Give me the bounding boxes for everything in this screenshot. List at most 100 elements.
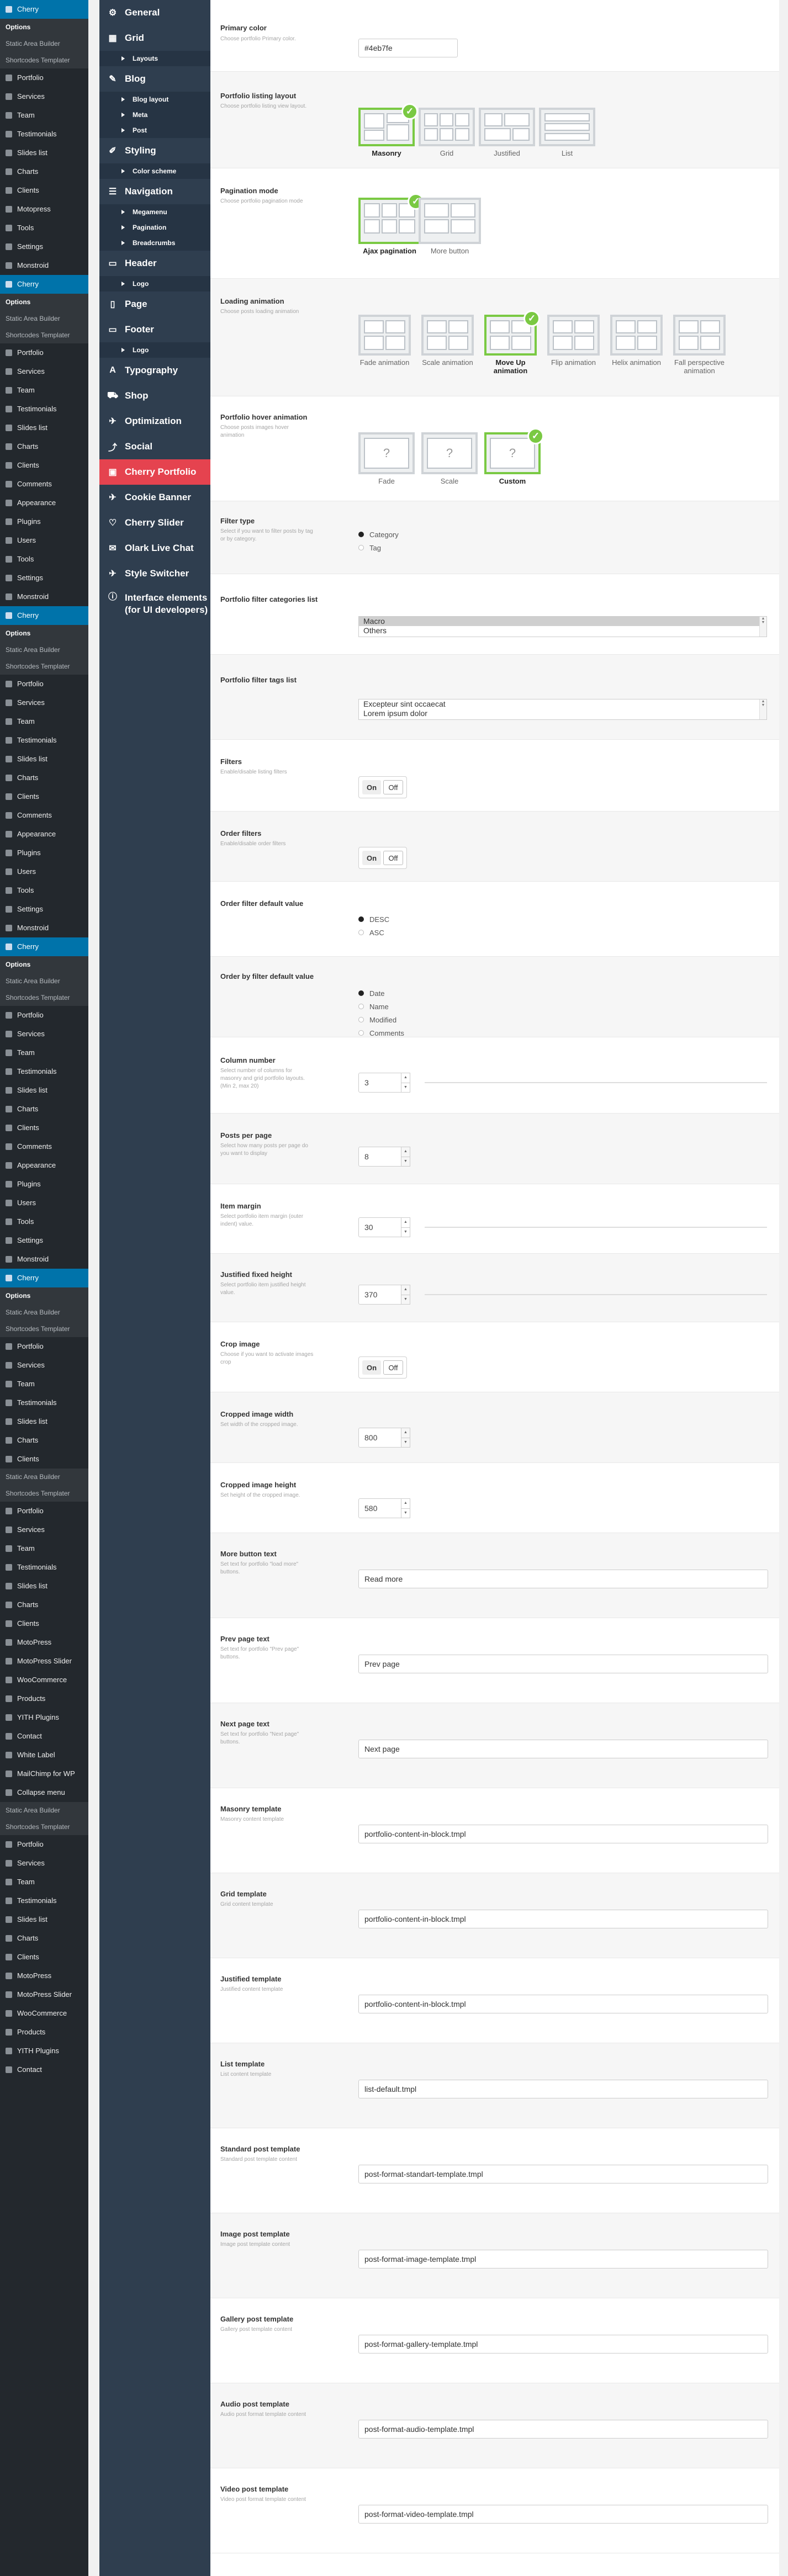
wp-menu-static-area-builder[interactable]: Static Area Builder [0, 35, 88, 52]
wp-menu-cherry[interactable]: Cherry [0, 937, 88, 956]
wp-menu-slides-list[interactable]: Slides list [0, 144, 88, 162]
stepper-arrows[interactable]: ▲ ▼ [401, 1217, 410, 1237]
fall-perspective-animation-option[interactable]: Fall perspective animation [673, 315, 726, 375]
ajax-pagination-thumbnail[interactable]: ✓ [358, 193, 424, 244]
toggle-on[interactable]: On [362, 851, 381, 865]
slider-track[interactable] [425, 1294, 767, 1295]
stepper-arrows[interactable]: ▲ ▼ [401, 1498, 410, 1518]
nav-navigation[interactable]: ☰ Navigation [99, 179, 210, 204]
wp-menu-monstroid[interactable]: Monstroid [0, 587, 88, 606]
fade-animation-thumbnail[interactable] [358, 315, 411, 356]
wp-menu-products[interactable]: Products [0, 1689, 88, 1708]
wp-menu-portfolio[interactable]: Portfolio [0, 343, 88, 362]
nav-olark-live-chat[interactable]: ✉ Olark Live Chat [99, 536, 210, 561]
wp-menu-services[interactable]: Services [0, 1520, 88, 1539]
wp-menu-team[interactable]: Team [0, 381, 88, 400]
wp-menu-yith-plugins[interactable]: YITH Plugins [0, 2042, 88, 2060]
wp-menu-charts[interactable]: Charts [0, 1596, 88, 1614]
wp-menu-contact[interactable]: Contact [0, 2060, 88, 2079]
order-filters-toggle[interactable]: On Off [358, 847, 407, 869]
video-template-input[interactable]: post-format-video-template.tmpl [358, 2505, 768, 2524]
flip-animation-option[interactable]: Flip animation [547, 315, 600, 367]
wp-menu-tools[interactable]: Tools [0, 550, 88, 569]
stepper-value[interactable]: 30 [358, 1217, 401, 1237]
wp-menu-motopress[interactable]: Motopress [0, 200, 88, 219]
wp-menu-monstroid[interactable]: Monstroid [0, 256, 88, 275]
wp-menu-shortcodes-templater[interactable]: Shortcodes Templater [0, 658, 88, 675]
wp-menu-woocommerce[interactable]: WooCommerce [0, 1671, 88, 1689]
wp-menu-testimonials[interactable]: Testimonials [0, 400, 88, 418]
wp-menu-services[interactable]: Services [0, 1356, 88, 1375]
nav-sub-breadcrumbs[interactable]: Breadcrumbs [99, 235, 210, 251]
wp-menu-static-area-builder[interactable]: Static Area Builder [0, 310, 88, 327]
masonry-option[interactable]: ✓ Masonry [358, 103, 418, 157]
list-option[interactable]: List [539, 108, 595, 157]
wp-menu-slides-list[interactable]: Slides list [0, 1577, 88, 1596]
wp-menu-charts[interactable]: Charts [0, 1929, 88, 1948]
wp-menu-mailchimp-for-wp[interactable]: MailChimp for WP [0, 1764, 88, 1783]
list-template-input[interactable]: list-default.tmpl [358, 2080, 768, 2098]
stepper-arrows[interactable]: ▲ ▼ [401, 1147, 410, 1167]
wp-menu-shortcodes-templater[interactable]: Shortcodes Templater [0, 1321, 88, 1337]
wp-menu-options[interactable]: Options [0, 625, 88, 642]
wp-menu-services[interactable]: Services [0, 693, 88, 712]
wp-menu-products[interactable]: Products [0, 2023, 88, 2042]
wp-menu-charts[interactable]: Charts [0, 437, 88, 456]
nav-sub-color-scheme[interactable]: Color scheme [99, 163, 210, 179]
scale-thumbnail[interactable]: ? [421, 432, 478, 474]
toggle-on[interactable]: On [362, 1360, 381, 1375]
wp-menu-settings[interactable]: Settings [0, 900, 88, 919]
justified-option[interactable]: Justified [479, 108, 535, 157]
justified-thumbnail[interactable] [479, 108, 535, 146]
wp-menu-users[interactable]: Users [0, 531, 88, 550]
nav-styling[interactable]: ✐ Styling [99, 138, 210, 163]
wp-menu-static-area-builder[interactable]: Static Area Builder [0, 1469, 88, 1485]
wp-menu-settings[interactable]: Settings [0, 1231, 88, 1250]
wp-menu-team[interactable]: Team [0, 1375, 88, 1393]
wp-menu-clients[interactable]: Clients [0, 456, 88, 475]
more-button-input[interactable]: Read more [358, 1570, 768, 1588]
wp-menu-slides-list[interactable]: Slides list [0, 750, 88, 768]
radio-modified[interactable]: Modified [358, 1013, 404, 1026]
wp-menu-portfolio[interactable]: Portfolio [0, 68, 88, 87]
nav-cherry-slider[interactable]: ♡ Cherry Slider [99, 510, 210, 536]
wp-menu-testimonials[interactable]: Testimonials [0, 1393, 88, 1412]
wp-menu-static-area-builder[interactable]: Static Area Builder [0, 1802, 88, 1819]
crop-image-toggle[interactable]: On Off [358, 1356, 407, 1379]
wp-menu-portfolio[interactable]: Portfolio [0, 1502, 88, 1520]
more-button-option[interactable]: More button [419, 198, 481, 255]
wp-menu-shortcodes-templater[interactable]: Shortcodes Templater [0, 989, 88, 1006]
wp-menu-slides-list[interactable]: Slides list [0, 1412, 88, 1431]
radio-tag[interactable]: Tag [358, 541, 399, 554]
wp-menu-charts[interactable]: Charts [0, 768, 88, 787]
toggle-off[interactable]: Off [383, 1360, 403, 1375]
radio-button[interactable] [358, 1030, 364, 1036]
wp-menu-static-area-builder[interactable]: Static Area Builder [0, 973, 88, 989]
grid-thumbnail[interactable] [419, 108, 475, 146]
wp-menu-portfolio[interactable]: Portfolio [0, 1337, 88, 1356]
wp-menu-motopress-slider[interactable]: MotoPress Slider [0, 1985, 88, 2004]
wp-menu-clients[interactable]: Clients [0, 1450, 88, 1469]
tag-option[interactable]: Excepteur sint occaecat [359, 699, 766, 709]
wp-menu-tools[interactable]: Tools [0, 881, 88, 900]
custom-option[interactable]: ? ✓ Custom [484, 428, 544, 485]
slider-track[interactable] [425, 1082, 767, 1083]
wp-menu-appearance[interactable]: Appearance [0, 494, 88, 512]
wp-menu-monstroid[interactable]: Monstroid [0, 1250, 88, 1269]
scale-animation-thumbnail[interactable] [421, 315, 474, 356]
wp-menu-testimonials[interactable]: Testimonials [0, 125, 88, 144]
primary-color-input[interactable]: #4eb7fe [358, 39, 458, 57]
wp-menu-charts[interactable]: Charts [0, 1431, 88, 1450]
radio-button[interactable] [358, 990, 364, 996]
wp-menu-users[interactable]: Users [0, 862, 88, 881]
wp-menu-charts[interactable]: Charts [0, 162, 88, 181]
stepper-value[interactable]: 800 [358, 1428, 401, 1448]
stepper-value[interactable]: 3 [358, 1073, 401, 1093]
stepper-value[interactable]: 370 [358, 1285, 401, 1305]
flip-animation-thumbnail[interactable] [547, 315, 600, 356]
wp-menu-team[interactable]: Team [0, 1873, 88, 1891]
ajax-pagination-option[interactable]: ✓ Ajax pagination [358, 193, 424, 255]
prev-page-input[interactable]: Prev page [358, 1655, 768, 1673]
wp-menu-cherry[interactable]: Cherry [0, 1269, 88, 1287]
wp-menu-options[interactable]: Options [0, 19, 88, 35]
